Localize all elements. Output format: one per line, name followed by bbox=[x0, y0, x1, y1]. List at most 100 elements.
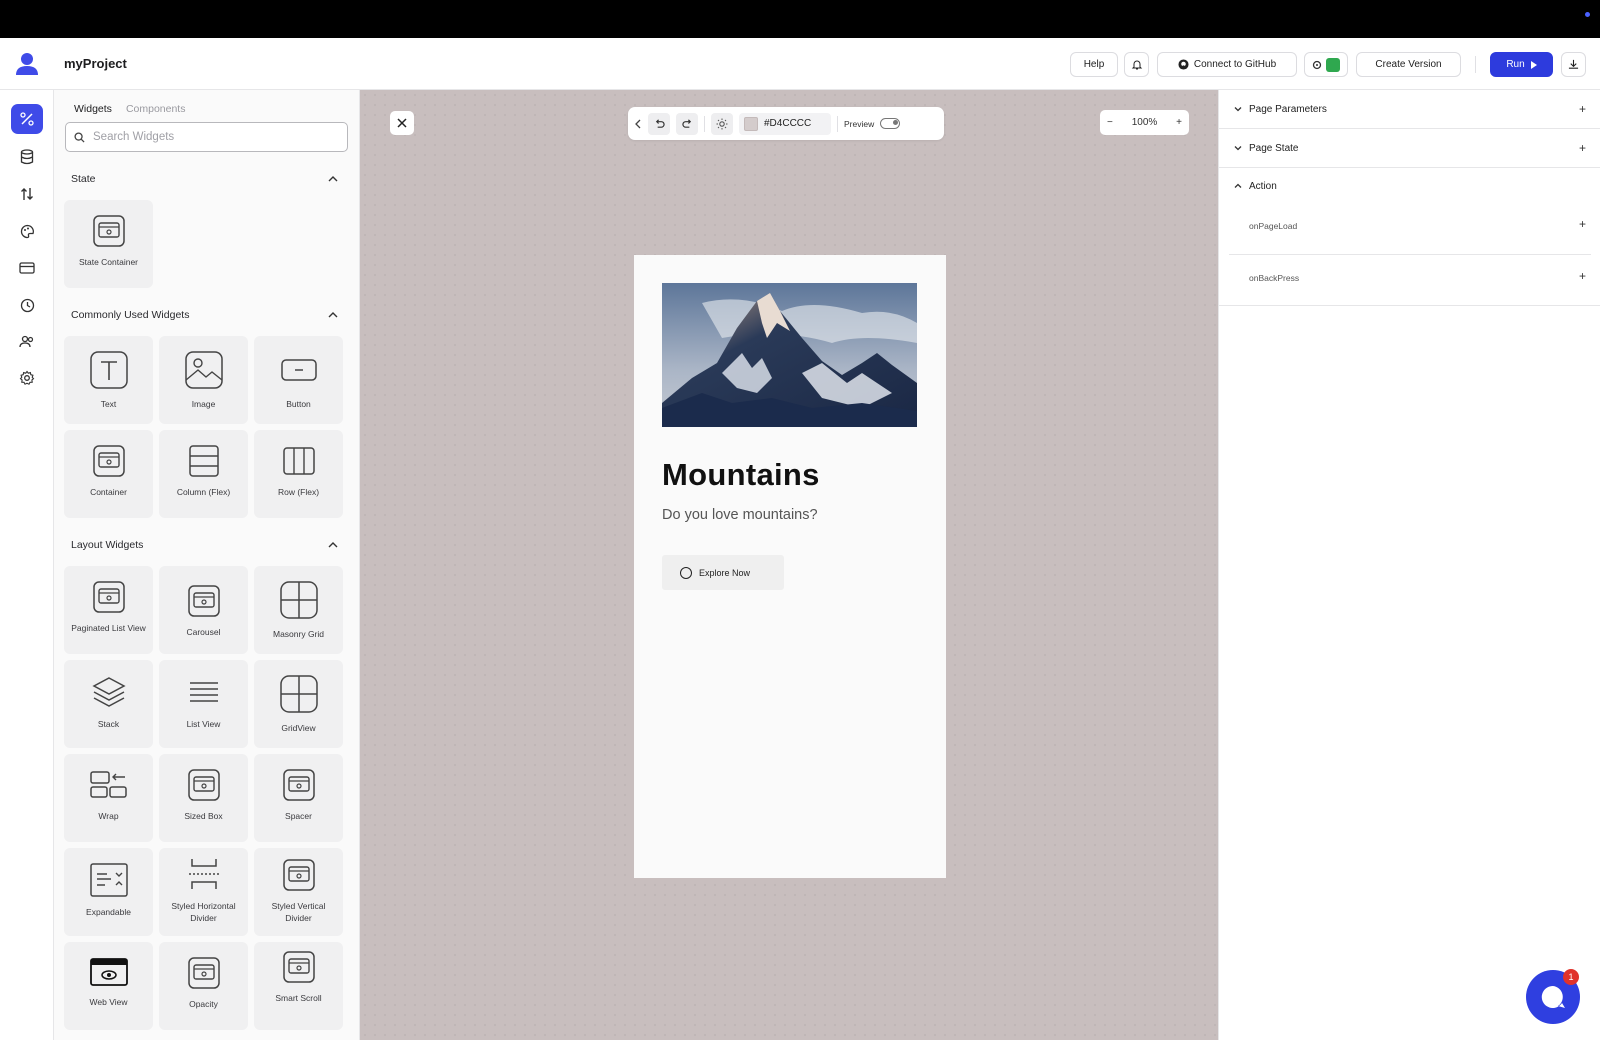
explore-now-button[interactable]: Explore Now bbox=[662, 555, 784, 590]
chevron-left-icon[interactable] bbox=[634, 119, 642, 129]
help-button[interactable]: Help bbox=[1070, 52, 1118, 77]
widget-tile-column[interactable]: Column (Flex) bbox=[159, 430, 248, 518]
redo-button[interactable] bbox=[676, 112, 698, 135]
chevron-up-icon[interactable] bbox=[326, 538, 340, 552]
widget-tile-styled-vertical-divider[interactable]: Styled Vertical Divider bbox=[254, 848, 343, 936]
close-button[interactable] bbox=[390, 111, 414, 135]
on-back-press-trigger[interactable]: onBackPress bbox=[1249, 273, 1299, 283]
design-canvas[interactable]: #D4CCCC Preview − 100% + Mountains Do yo… bbox=[360, 90, 1218, 1040]
close-icon bbox=[397, 118, 407, 128]
theme-nav[interactable] bbox=[11, 216, 43, 246]
page-parameters-row[interactable]: Page Parameters + bbox=[1219, 102, 1600, 116]
status-check-icon bbox=[1326, 57, 1340, 72]
widget-tile-styled-horizontal-divider[interactable]: Styled Horizontal Divider bbox=[159, 848, 248, 936]
widget-tile-expandable[interactable]: Expandable bbox=[64, 848, 153, 936]
chevron-down-icon bbox=[1234, 146, 1242, 151]
download-button[interactable] bbox=[1561, 52, 1586, 77]
widget-tile-gridview[interactable]: GridView bbox=[254, 660, 343, 748]
page-state-row[interactable]: Page State + bbox=[1219, 141, 1600, 155]
app-header: myProject Help Connect to GitHub Create … bbox=[0, 38, 1600, 90]
preview-toggle[interactable] bbox=[880, 118, 901, 129]
widget-tile-sized-box[interactable]: Sized Box bbox=[159, 754, 248, 842]
api-nav[interactable] bbox=[11, 179, 43, 209]
color-swatch bbox=[744, 116, 758, 131]
media-nav[interactable] bbox=[11, 253, 43, 283]
settings-nav[interactable] bbox=[11, 363, 43, 393]
widgets-panel: Widgets Components State State Container… bbox=[54, 90, 360, 1040]
wrap-icon bbox=[89, 771, 127, 798]
status-dot bbox=[1585, 12, 1590, 17]
create-version-button[interactable]: Create Version bbox=[1356, 52, 1461, 77]
team-nav[interactable] bbox=[11, 327, 43, 357]
add-page-parameter-button[interactable]: + bbox=[1579, 102, 1586, 116]
add-on-page-load-action[interactable]: + bbox=[1579, 217, 1586, 231]
widget-tile-text[interactable]: Text bbox=[64, 336, 153, 424]
tab-widgets[interactable]: Widgets bbox=[74, 103, 112, 115]
add-on-back-press-action[interactable]: + bbox=[1579, 269, 1586, 283]
widget-label: Smart Scroll bbox=[275, 993, 322, 1003]
history-nav[interactable] bbox=[11, 290, 43, 320]
github-label: Connect to GitHub bbox=[1193, 59, 1277, 70]
widget-tile-image[interactable]: Image bbox=[159, 336, 248, 424]
widget-label: Stack bbox=[97, 719, 120, 729]
undo-button[interactable] bbox=[648, 112, 670, 135]
nav-rail bbox=[0, 90, 54, 1040]
redo-icon bbox=[681, 119, 691, 128]
add-page-state-button[interactable]: + bbox=[1579, 141, 1586, 155]
widget-tile-paginated-list-view[interactable]: Paginated List View bbox=[64, 566, 153, 654]
zoom-in-button[interactable]: + bbox=[1176, 117, 1182, 128]
widget-tile-container[interactable]: Container bbox=[64, 430, 153, 518]
zoom-level: 100% bbox=[1131, 117, 1158, 128]
widget-label: Column (Flex) bbox=[176, 487, 231, 497]
widget-tile-masonry-grid[interactable]: Masonry Grid bbox=[254, 566, 343, 654]
bell-icon bbox=[1131, 60, 1142, 69]
divider bbox=[1219, 305, 1600, 306]
phone-frame[interactable]: Mountains Do you love mountains? Explore… bbox=[634, 255, 946, 878]
expandable-icon bbox=[89, 863, 128, 897]
text-icon bbox=[89, 351, 128, 389]
notifications-button[interactable] bbox=[1124, 52, 1149, 77]
zoom-out-button[interactable]: − bbox=[1107, 117, 1113, 128]
widget-tile-wrap[interactable]: Wrap bbox=[64, 754, 153, 842]
project-name[interactable]: myProject bbox=[64, 56, 127, 71]
chevron-up-icon[interactable] bbox=[326, 172, 340, 186]
action-row[interactable]: Action bbox=[1219, 179, 1600, 193]
container-icon bbox=[92, 215, 125, 247]
action-title: Action bbox=[1249, 180, 1277, 192]
widget-tile-list-view[interactable]: List View bbox=[159, 660, 248, 748]
widget-tile-row[interactable]: Row (Flex) bbox=[254, 430, 343, 518]
widget-tile-web-view[interactable]: Web View bbox=[64, 942, 153, 1030]
run-button[interactable]: Run bbox=[1490, 52, 1553, 77]
widget-tile-stack[interactable]: Stack bbox=[64, 660, 153, 748]
connect-github-button[interactable]: Connect to GitHub bbox=[1157, 52, 1297, 77]
container-icon bbox=[282, 859, 315, 891]
on-page-load-trigger[interactable]: onPageLoad bbox=[1249, 221, 1297, 231]
widget-tile-carousel[interactable]: Carousel bbox=[159, 566, 248, 654]
gear-icon bbox=[19, 370, 35, 385]
widget-label: Carousel bbox=[186, 627, 221, 637]
download-icon bbox=[1568, 59, 1579, 69]
mountain-image[interactable] bbox=[662, 283, 917, 427]
data-nav[interactable] bbox=[11, 142, 43, 172]
database-icon bbox=[20, 149, 34, 165]
widget-tile-state-container[interactable]: State Container bbox=[64, 200, 153, 288]
widget-tile-smart-scroll[interactable]: Smart Scroll bbox=[254, 942, 343, 1030]
divider bbox=[1219, 167, 1600, 168]
search-widgets-input[interactable] bbox=[93, 131, 323, 143]
widget-tile-spacer[interactable]: Spacer bbox=[254, 754, 343, 842]
build-status-button[interactable] bbox=[1304, 52, 1348, 77]
chevron-up-icon[interactable] bbox=[326, 308, 340, 322]
search-icon bbox=[74, 131, 85, 143]
search-widgets-field[interactable] bbox=[65, 122, 348, 152]
background-color-field[interactable]: #D4CCCC bbox=[739, 112, 831, 135]
theme-mode-button[interactable] bbox=[711, 112, 733, 135]
play-icon bbox=[1530, 60, 1537, 69]
preview-label: Preview bbox=[844, 118, 875, 129]
widget-palette-nav[interactable] bbox=[11, 104, 43, 134]
container-icon bbox=[92, 581, 125, 613]
tab-components[interactable]: Components bbox=[126, 103, 186, 115]
widget-tile-opacity[interactable]: Opacity bbox=[159, 942, 248, 1030]
widget-tile-button[interactable]: Button bbox=[254, 336, 343, 424]
media-icon bbox=[19, 262, 35, 274]
user-logo-icon[interactable] bbox=[14, 52, 40, 76]
